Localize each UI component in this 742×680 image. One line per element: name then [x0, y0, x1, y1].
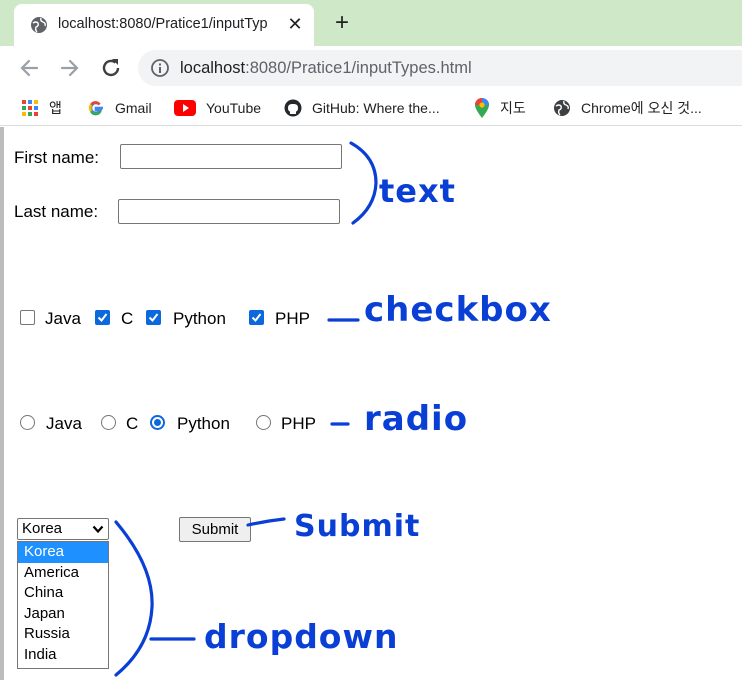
url-text: localhost:8080/Pratice1/inputTypes.html [180, 59, 472, 78]
dropdown-option[interactable]: Russia [18, 624, 108, 645]
country-dropdown-list: Korea America China Japan Russia India [17, 541, 109, 669]
radio-python[interactable] [150, 415, 165, 430]
checkbox-php[interactable] [249, 310, 264, 325]
submit-button[interactable]: Submit [179, 517, 251, 542]
annotation-submit: Submit [294, 509, 421, 544]
checkmark-icon [97, 313, 108, 323]
globe-icon [554, 100, 570, 116]
page-content: First name: Last name: Java C Python PHP… [0, 127, 742, 680]
globe-icon [31, 17, 47, 33]
bookmark-gmail[interactable]: Gmail [87, 96, 152, 120]
bookmark-label: 지도 [500, 100, 526, 116]
dropdown-option[interactable]: Korea [18, 542, 108, 563]
github-icon [284, 99, 302, 117]
bookmark-youtube[interactable]: YouTube [174, 96, 261, 120]
url-host: localhost [180, 59, 246, 77]
bookmark-label: Gmail [115, 100, 152, 116]
close-tab-icon[interactable]: ✕ [284, 13, 306, 35]
checkbox-c[interactable] [95, 310, 110, 325]
bookmark-label: YouTube [206, 100, 262, 116]
info-icon[interactable] [150, 58, 170, 78]
annotation-dropdown: dropdown [204, 617, 399, 656]
checkmark-icon [148, 313, 159, 323]
country-select[interactable]: Korea [17, 518, 109, 540]
bookmark-label: GitHub: Where the... [312, 100, 440, 116]
back-arrow-icon[interactable] [17, 55, 43, 81]
select-value: Korea [22, 520, 63, 537]
dropdown-option[interactable]: America [18, 563, 108, 584]
last-name-input[interactable] [118, 199, 340, 224]
first-name-input[interactable] [120, 144, 342, 169]
last-name-label: Last name: [14, 202, 99, 221]
radio-label-java: Java [46, 414, 82, 433]
checkbox-label-php: PHP [275, 309, 310, 328]
youtube-icon [174, 100, 196, 116]
radio-label-c: C [126, 414, 139, 433]
bookmark-label: Chrome에 오신 것... [581, 100, 702, 116]
bookmark-maps[interactable]: 지도 [474, 96, 526, 120]
checkbox-java[interactable] [20, 310, 35, 325]
url-path: :8080/Pratice1/inputTypes.html [245, 59, 472, 77]
first-name-label: First name: [14, 148, 100, 167]
dropdown-option[interactable]: China [18, 583, 108, 604]
radio-label-php: PHP [281, 414, 316, 433]
chevron-down-icon [92, 525, 104, 534]
browser-toolbar: localhost:8080/Pratice1/inputTypes.html [0, 46, 742, 90]
new-tab-icon[interactable]: + [329, 10, 355, 36]
radio-c[interactable] [101, 415, 116, 430]
dropdown-option[interactable]: Japan [18, 604, 108, 625]
bookmark-chrome[interactable]: Chrome에 오신 것... [553, 96, 702, 120]
checkbox-label-python: Python [173, 309, 226, 328]
annotation-checkbox: checkbox [364, 290, 552, 330]
maps-pin-icon [475, 98, 489, 118]
checkmark-icon [251, 313, 262, 323]
bookmark-github[interactable]: GitHub: Where the... [284, 96, 440, 120]
checkbox-label-java: Java [45, 309, 81, 328]
radio-label-python: Python [177, 414, 230, 433]
bookmark-label: 앱 [49, 100, 62, 116]
checkbox-python[interactable] [146, 310, 161, 325]
apps-grid-icon [22, 100, 38, 116]
checkbox-label-c: C [121, 309, 134, 328]
annotation-radio: radio [364, 399, 469, 439]
tab-title: localhost:8080/Pratice1/inputTyp [58, 16, 268, 32]
radio-java[interactable] [20, 415, 35, 430]
reload-icon[interactable] [98, 55, 124, 81]
bookmark-apps[interactable]: 앱 [21, 96, 62, 120]
tab-strip: localhost:8080/Pratice1/inputTyp ✕ + [0, 0, 742, 46]
annotation-text: text [379, 172, 456, 210]
radio-php[interactable] [256, 415, 271, 430]
bookmarks-bar: 앱 Gmail YouTube GitHub: Where the... 지도 … [0, 90, 742, 126]
address-bar[interactable]: localhost:8080/Pratice1/inputTypes.html [138, 50, 742, 86]
forward-arrow-icon[interactable] [56, 55, 82, 81]
browser-tab[interactable]: localhost:8080/Pratice1/inputTyp ✕ [14, 4, 314, 46]
google-g-icon [88, 101, 103, 116]
dropdown-option[interactable]: India [18, 645, 108, 666]
